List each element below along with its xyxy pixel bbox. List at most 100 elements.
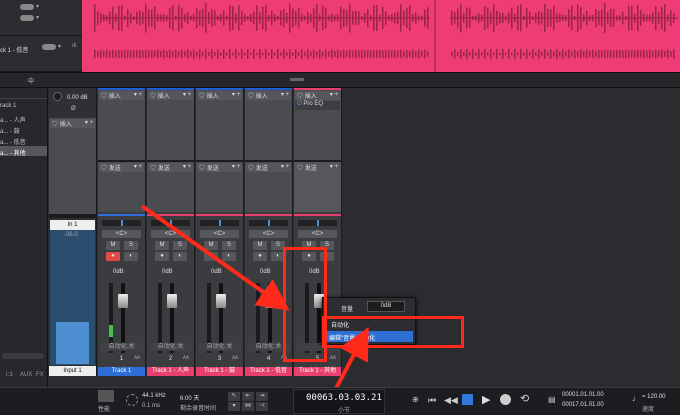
record-arm-icon[interactable]: ● — [155, 252, 169, 261]
channel-name[interactable]: Track 1 - 人声 — [147, 367, 194, 376]
gain-knob[interactable] — [53, 92, 62, 101]
mute-button[interactable]: M — [253, 241, 267, 250]
send-label[interactable]: 发送 — [158, 166, 170, 172]
loop-start[interactable]: 00001.01.01.00 — [562, 392, 604, 398]
insert-label[interactable]: 插入 — [109, 94, 121, 100]
send-label[interactable]: 发送 — [109, 166, 121, 172]
solo-button[interactable]: S — [222, 241, 236, 250]
track-header-2[interactable]: ck 1 - 低音 ▾ ılı — [0, 36, 90, 72]
record-arm-icon[interactable]: ● — [106, 252, 120, 261]
nudge-left-icon[interactable]: ⇤ — [242, 392, 254, 401]
record-arm-icon[interactable]: ● — [253, 252, 267, 261]
snap-icon[interactable]: ↖ — [228, 392, 240, 401]
volume-fader[interactable] — [216, 294, 226, 308]
list-item[interactable]: rack 1 — [0, 103, 16, 109]
input-level: -36.0 — [64, 232, 78, 238]
gain-value: 0.00 dB — [67, 95, 88, 101]
monitor-icon[interactable]: ◐ — [222, 252, 236, 261]
toggle-icon[interactable] — [20, 15, 34, 21]
insert-label[interactable]: 插入 — [158, 94, 170, 100]
monitor-icon[interactable]: ◐ — [124, 252, 138, 261]
stop-button[interactable] — [462, 394, 473, 405]
list-item[interactable]: a... - 鼓 — [0, 126, 20, 135]
pan-control[interactable]: <C> — [102, 230, 141, 238]
chevron-down-icon[interactable]: ▾ — [58, 43, 61, 50]
automation-icon[interactable]: ʌʌ — [183, 355, 189, 361]
chevron-down-icon[interactable]: ▾ — [36, 3, 39, 10]
record-button[interactable] — [500, 394, 511, 405]
automation-icon[interactable]: ʌʌ — [232, 355, 238, 361]
pan-control[interactable]: <C> — [200, 230, 239, 238]
insert-label[interactable]: 插入 — [305, 94, 317, 100]
list-item[interactable]: a... - 人声 — [0, 115, 26, 124]
loop-end[interactable]: 00017.01.01.00 — [562, 402, 604, 408]
record-arm-icon[interactable]: ● — [204, 252, 218, 261]
audio-event-1[interactable] — [90, 0, 680, 36]
channel-name[interactable]: Track 1 — [98, 367, 145, 376]
automation-mode[interactable]: 自动化:关 — [198, 343, 241, 351]
automation-mode[interactable]: 自动化:关 — [100, 343, 143, 351]
position-value: 00063.03.03.21 — [306, 393, 382, 403]
punch-icon[interactable]: ⊣ — [256, 402, 268, 411]
chevron-down-icon[interactable]: ▾ — [36, 14, 39, 21]
tempo-label: 速度 — [642, 407, 655, 413]
solo-button[interactable]: S — [173, 241, 187, 250]
automation-icon[interactable]: ʌʌ — [330, 355, 336, 361]
list-item-selected[interactable]: a... - 其他 — [0, 148, 26, 157]
monitor-icon[interactable]: ◐ — [173, 252, 187, 261]
insert-label[interactable]: 插入 — [256, 94, 268, 100]
audio-event-2[interactable] — [90, 36, 680, 72]
metronome-icon[interactable]: ▾ — [228, 402, 240, 411]
phase-icon[interactable]: Ø — [71, 106, 76, 112]
automation-icon[interactable]: ılı — [72, 43, 77, 49]
pro-eq-label[interactable]: Pro EQ — [303, 101, 323, 107]
channel-name[interactable]: Track 1 - 其他 — [294, 367, 341, 376]
send-label[interactable]: 发送 — [207, 166, 219, 172]
volume-fader[interactable] — [118, 294, 128, 308]
list-item[interactable]: a... - 低音 — [0, 137, 26, 146]
channel-strip-1: ♡ 插入 ▾ + ♡ 发送 ▾ + <C> M S ● ◐ 0dB 自动化:关 1 … — [98, 88, 146, 376]
insert-label[interactable]: 插入 — [60, 122, 72, 128]
volume-fader[interactable] — [265, 294, 275, 308]
play-button[interactable]: ▶ — [482, 393, 490, 406]
track-header-1[interactable]: ▾ ▾ — [0, 0, 90, 36]
pan-control[interactable]: <C> — [298, 230, 337, 238]
automation-mode[interactable]: 自动化:关 — [149, 343, 192, 351]
pan-control[interactable]: <C> — [151, 230, 190, 238]
mute-button[interactable]: M — [106, 241, 120, 250]
performance-label: 性能 — [98, 407, 111, 413]
send-label[interactable]: 发送 — [305, 166, 317, 172]
position-unit: 小节 — [338, 408, 351, 414]
volume-field[interactable]: 0dB — [367, 301, 405, 312]
channel-name[interactable]: Track 1 - 鼓 — [196, 367, 243, 376]
footer-label[interactable]: I:3 — [6, 372, 13, 378]
transport-bar: 性能 44.1 kHz 0.1 ms 6:00 天 剩余录音时间 ↖ ⇤ ⇥ ▾… — [0, 387, 680, 415]
mute-button[interactable]: M — [204, 241, 218, 250]
nudge-right-icon[interactable]: ⇥ — [256, 392, 268, 401]
latency: 0.1 ms — [142, 403, 161, 409]
insert-label[interactable]: 插入 — [207, 94, 219, 100]
automation-icon[interactable]: ʌʌ — [134, 355, 140, 361]
precount-icon[interactable]: ⋈ — [242, 402, 254, 411]
volume-fader[interactable] — [167, 294, 177, 308]
volume-label: 音量 — [341, 307, 354, 313]
rewind-icon[interactable]: ◀◀ — [444, 395, 458, 406]
splitter-handle[interactable] — [290, 78, 304, 81]
pan-control[interactable]: <C> — [249, 230, 288, 238]
scrollbar[interactable] — [2, 353, 44, 359]
tempo-value[interactable]: = 120.00 — [642, 394, 666, 400]
solo-button[interactable]: S — [124, 241, 138, 250]
channel-name[interactable]: Track 1 - 低音 — [245, 367, 292, 376]
toggle-icon[interactable] — [42, 44, 56, 50]
performance-meter[interactable] — [98, 390, 114, 402]
loop-start-icon[interactable]: ⊕ — [412, 395, 419, 404]
mute-button[interactable]: M — [155, 241, 169, 250]
footer-label[interactable]: AUX — [20, 372, 32, 378]
toggle-icon[interactable] — [20, 4, 34, 10]
input-label: Input 1 — [49, 366, 96, 376]
footer-label[interactable]: FX — [36, 372, 44, 378]
rewind-start-icon[interactable]: ⏮ — [428, 395, 436, 406]
input-channel-strip: 0.00 dB Ø ♡ 插入 ▾ + In 1 -36.0 Input 1 — [49, 88, 97, 376]
loop-icon[interactable]: ⟲ — [520, 392, 529, 405]
send-label[interactable]: 发送 — [256, 166, 268, 172]
